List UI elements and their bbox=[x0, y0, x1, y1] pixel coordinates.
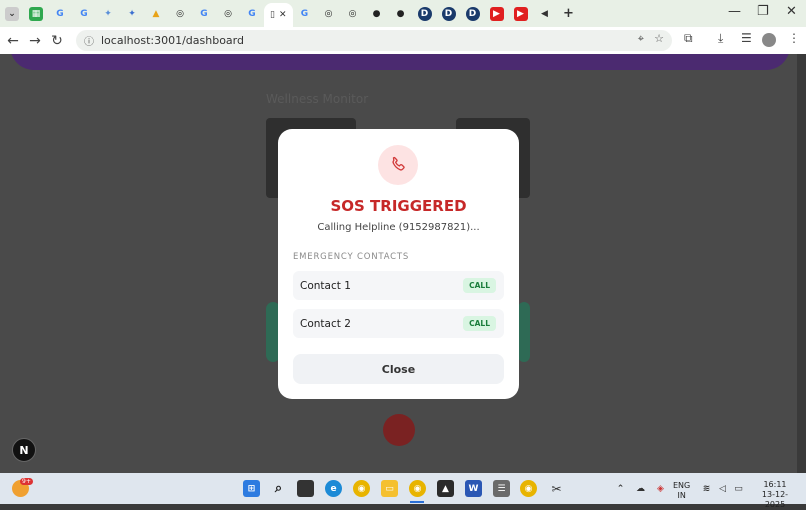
menu-icon[interactable]: ⋮ bbox=[788, 31, 800, 45]
tab-favicon[interactable]: ▦ bbox=[29, 6, 43, 21]
call-contact-2-button[interactable]: CALL bbox=[463, 316, 496, 331]
chrome-icon[interactable]: ◉ bbox=[353, 480, 370, 497]
contact-name: Contact 1 bbox=[300, 279, 351, 292]
github-icon[interactable]: ● bbox=[370, 7, 384, 21]
header-banner bbox=[10, 54, 790, 70]
nextjs-dev-badge[interactable]: N bbox=[12, 438, 36, 462]
file-explorer-icon[interactable]: ▭ bbox=[381, 480, 398, 497]
antivirus-icon[interactable]: ◈ bbox=[652, 480, 669, 497]
sos-title: SOS TRIGGERED bbox=[330, 197, 467, 215]
close-window-button[interactable]: ✕ bbox=[786, 4, 797, 19]
tab-favicon[interactable]: ◎ bbox=[173, 7, 187, 21]
close-button[interactable]: Close bbox=[293, 354, 504, 384]
download-icon[interactable]: ⤓ bbox=[718, 31, 723, 46]
tab-favicon[interactable]: D bbox=[441, 6, 456, 21]
chrome-icon[interactable]: ◉ bbox=[520, 480, 537, 497]
clock[interactable]: 16:11 13-12-2025 bbox=[752, 480, 798, 510]
youtube-icon[interactable]: ▶ bbox=[489, 6, 504, 21]
forward-icon[interactable]: → bbox=[24, 33, 46, 49]
call-contact-1-button[interactable]: CALL bbox=[463, 278, 496, 293]
search-icon[interactable]: ⌕ bbox=[270, 480, 287, 497]
date-text: 13-12-2025 bbox=[761, 490, 789, 509]
tab-favicon[interactable]: G bbox=[77, 7, 91, 21]
tab-favicon[interactable]: D bbox=[417, 6, 432, 21]
notes-icon[interactable]: ☰ bbox=[493, 480, 510, 497]
tab-favicon[interactable]: G bbox=[298, 7, 312, 21]
tab-favicon[interactable]: ▲ bbox=[149, 7, 163, 21]
extensions-icon[interactable]: ⧉ bbox=[684, 31, 693, 46]
volume-icon[interactable]: ◁ bbox=[714, 480, 731, 497]
location-icon[interactable]: ⌖ bbox=[638, 32, 644, 46]
language-code: ENG bbox=[673, 481, 691, 490]
active-tab[interactable]: ▯ ✕ bbox=[264, 3, 293, 27]
sos-modal: SOS TRIGGERED Calling Helpline (91529878… bbox=[278, 129, 519, 399]
tab-favicon[interactable]: ◎ bbox=[221, 7, 235, 21]
github-icon[interactable]: ● bbox=[394, 7, 408, 21]
page-icon: ▯ bbox=[270, 10, 275, 20]
phone-icon bbox=[378, 145, 418, 185]
maximize-button[interactable]: ❐ bbox=[757, 4, 769, 19]
wifi-icon[interactable]: ≋ bbox=[698, 480, 715, 497]
background-heading: Wellness Monitor bbox=[266, 92, 369, 106]
background-sos-button bbox=[383, 414, 415, 446]
chevron-up-icon[interactable]: ⌃ bbox=[612, 480, 629, 497]
tab-favicon[interactable]: ◎ bbox=[346, 7, 360, 21]
new-tab-button[interactable]: + bbox=[562, 6, 576, 21]
address-bar[interactable]: ⓘ localhost:3001/dashboard ⌖ ☆ bbox=[76, 30, 672, 51]
url-text[interactable]: localhost:3001/dashboard bbox=[101, 34, 244, 47]
contact-row: Contact 2 CALL bbox=[293, 309, 504, 338]
tab-search-icon[interactable]: ⌄ bbox=[5, 6, 19, 21]
bookmark-star-icon[interactable]: ☆ bbox=[654, 32, 664, 45]
back-icon[interactable]: ← bbox=[2, 33, 24, 49]
youtube-icon[interactable]: ▶ bbox=[513, 6, 528, 21]
notification-badge: 9+ bbox=[20, 478, 33, 485]
site-info-icon[interactable]: ⓘ bbox=[84, 33, 94, 48]
tab-favicon[interactable]: ✦ bbox=[101, 7, 115, 21]
speaker-icon[interactable]: ◀ bbox=[538, 7, 552, 21]
minimize-button[interactable]: — bbox=[728, 4, 741, 19]
chrome-profile-icon[interactable]: ◉ bbox=[409, 480, 426, 497]
tab-favicon[interactable]: D bbox=[465, 6, 480, 21]
snipping-tool-icon[interactable]: ✂ bbox=[548, 480, 565, 497]
language-indicator[interactable]: ENG IN bbox=[673, 481, 690, 501]
tab-favicon[interactable]: G bbox=[197, 7, 211, 21]
edge-icon[interactable]: e bbox=[325, 480, 342, 497]
tab-strip: ⌄ ▦ G G ✦ ✦ ▲ ◎ G ◎ G ▯ ✕ G ◎ ◎ ● ● D D … bbox=[0, 0, 806, 27]
task-view-icon[interactable] bbox=[297, 480, 314, 497]
region-code: IN bbox=[677, 491, 686, 500]
dev-tool-icon[interactable]: ▲ bbox=[437, 480, 454, 497]
active-app-indicator bbox=[410, 501, 424, 503]
windows-start-icon[interactable]: ⊞ bbox=[243, 480, 260, 497]
tab-favicon[interactable]: ◎ bbox=[322, 7, 336, 21]
profile-avatar[interactable] bbox=[762, 33, 776, 47]
tab-favicon[interactable]: ✦ bbox=[125, 7, 139, 21]
tab-favicon[interactable]: G bbox=[245, 7, 259, 21]
contact-name: Contact 2 bbox=[300, 317, 351, 330]
background-panel bbox=[518, 302, 530, 362]
close-tab-icon[interactable]: ✕ bbox=[279, 10, 287, 20]
media-control-icon[interactable]: ☰ bbox=[741, 31, 752, 45]
taskbar: 9+ ⊞ ⌕ e ◉ ▭ ◉ ▲ W ☰ ◉ ✂ ⌃ ☁ ◈ ENG IN ≋ … bbox=[0, 473, 806, 509]
time-text: 16:11 bbox=[763, 480, 787, 489]
reload-icon[interactable]: ↻ bbox=[46, 33, 68, 49]
emergency-contacts-label: EMERGENCY CONTACTS bbox=[293, 252, 410, 262]
tab-favicon[interactable]: G bbox=[53, 7, 67, 21]
calling-status: Calling Helpline (9152987821)... bbox=[317, 222, 480, 233]
battery-icon[interactable]: ▭ bbox=[730, 480, 747, 497]
word-icon[interactable]: W bbox=[465, 480, 482, 497]
contact-row: Contact 1 CALL bbox=[293, 271, 504, 300]
onedrive-icon[interactable]: ☁ bbox=[632, 480, 649, 497]
